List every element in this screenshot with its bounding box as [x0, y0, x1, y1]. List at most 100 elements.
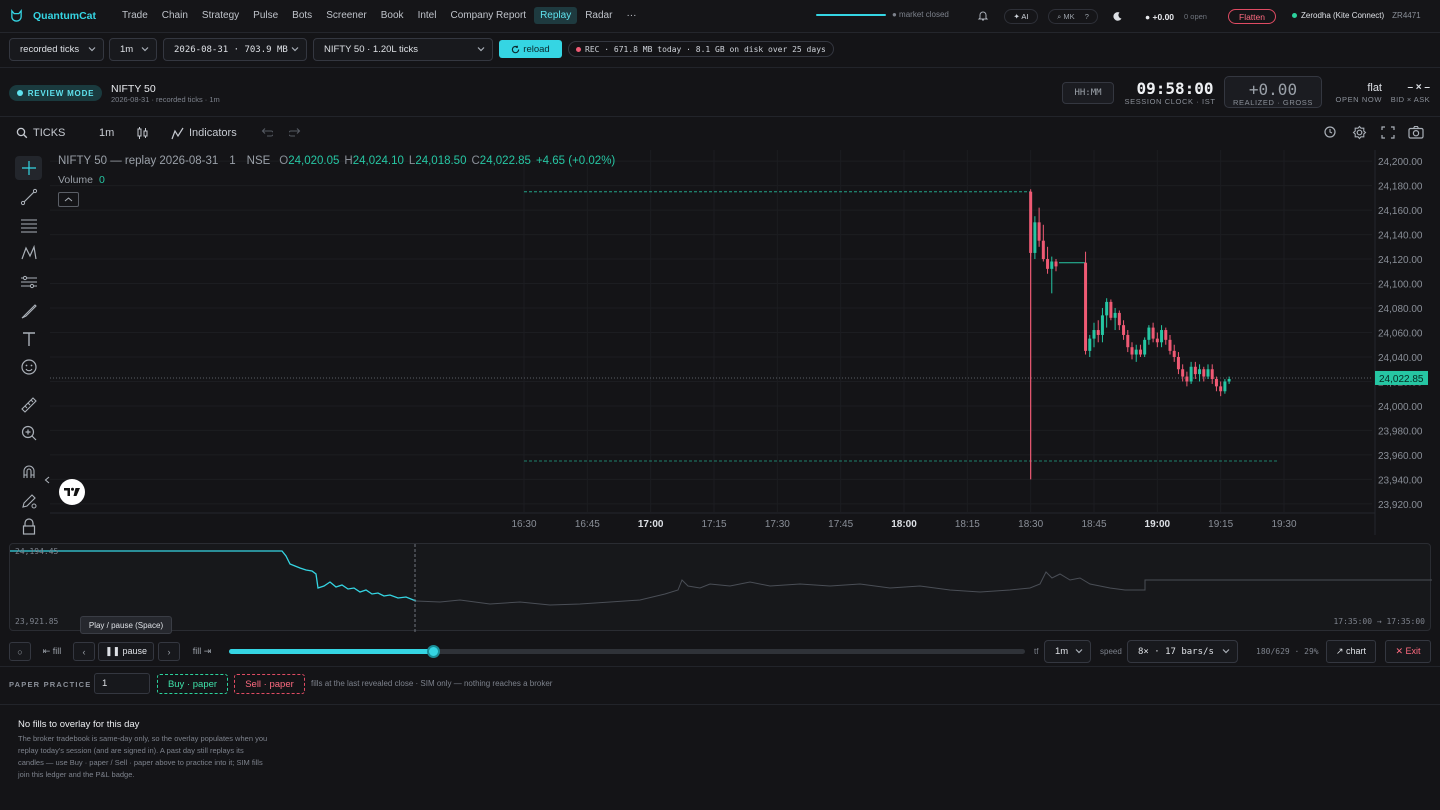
ai-label: ✦ AI: [1013, 12, 1029, 21]
fill-back-button[interactable]: ⇤ fill: [36, 642, 68, 661]
y-tick-label: 23,920.00: [1378, 500, 1423, 511]
market-status-text: ● market closed: [892, 10, 949, 19]
nav-chain[interactable]: Chain: [156, 7, 194, 24]
nav-trade[interactable]: Trade: [116, 7, 154, 24]
pencil-ruler-icon: [21, 494, 36, 509]
camera-icon[interactable]: [1408, 125, 1424, 139]
session-value: 2026-08-31 · 703.9 MB: [174, 44, 288, 55]
nav-replay[interactable]: Replay: [534, 7, 578, 24]
bell-icon[interactable]: [977, 10, 989, 22]
fullscreen-icon[interactable]: [1381, 126, 1395, 139]
session-clock: 09:58:00: [1136, 79, 1214, 98]
next-bar-button[interactable]: ›: [158, 642, 180, 661]
replay-scrubber[interactable]: [229, 645, 1025, 658]
flatten-button[interactable]: Flatten: [1228, 9, 1276, 24]
nav-screener[interactable]: Screener: [320, 7, 373, 24]
fill-forward-button[interactable]: fill ⇥: [186, 642, 218, 661]
candle-body: [1223, 381, 1227, 392]
projection-tool[interactable]: [15, 270, 42, 294]
volume-legend: Volume 0: [58, 174, 105, 186]
pnl-pill[interactable]: ● +0.00 0 open: [1134, 9, 1218, 24]
source-select[interactable]: recorded ticks: [9, 38, 104, 61]
ruler-tool[interactable]: [15, 393, 42, 417]
crosshair-tool[interactable]: [15, 156, 42, 180]
zoom-tool[interactable]: [15, 421, 42, 445]
price-chart[interactable]: 24,200.00 24,180.00 24,160.00 24,140.00 24,1…: [50, 150, 1440, 535]
tf-select[interactable]: 1m: [1044, 640, 1091, 663]
y-tick-label: 24,080.00: [1378, 304, 1423, 315]
navigator-sparkline[interactable]: [10, 544, 1432, 632]
tradingview-logo[interactable]: [59, 479, 85, 505]
symbol-value: NIFTY 50 · 1.20L ticks: [324, 44, 418, 55]
speed-select[interactable]: 8× · 17 bars/s: [1127, 640, 1238, 663]
nav-strategy[interactable]: Strategy: [196, 7, 245, 24]
pause-button[interactable]: ❚❚ pause: [98, 642, 154, 661]
lock-tool[interactable]: [15, 517, 42, 535]
text-tool[interactable]: [15, 327, 42, 351]
candle-body: [1151, 327, 1155, 339]
alert-clock-icon[interactable]: [1323, 125, 1337, 139]
indicators-button[interactable]: Indicators: [171, 125, 237, 141]
symbol-search-button[interactable]: TICKS: [16, 125, 65, 141]
candle-body: [1193, 366, 1197, 375]
candles-style-icon[interactable]: [136, 126, 149, 140]
magnet-tool[interactable]: [15, 460, 42, 484]
brand[interactable]: QuantumCat: [10, 9, 96, 22]
trend-line-tool[interactable]: [15, 185, 42, 209]
symbol-select[interactable]: NIFTY 50 · 1.20L ticks: [313, 38, 493, 61]
tf-label: tf: [1034, 647, 1039, 656]
buy-paper-button[interactable]: Buy · paper: [157, 674, 228, 694]
interval-select[interactable]: 1m: [109, 38, 157, 61]
y-tick-label: 24,060.00: [1378, 329, 1423, 340]
candle-body: [1100, 315, 1104, 335]
divider: [0, 116, 1440, 117]
paper-note: fills at the last revealed close · SIM o…: [311, 679, 553, 688]
chart-button[interactable]: ↗ chart: [1326, 640, 1376, 663]
nav-intel[interactable]: Intel: [412, 7, 443, 24]
reload-label: reload: [523, 43, 550, 55]
nav-bots[interactable]: Bots: [286, 7, 318, 24]
candle-body: [1168, 339, 1172, 351]
pattern-tool[interactable]: [15, 241, 42, 265]
undo-icon[interactable]: [261, 127, 273, 137]
nav-radar[interactable]: Radar: [579, 7, 618, 24]
loop-button[interactable]: ○: [9, 642, 31, 661]
time-jump-input[interactable]: HH:MM: [1062, 82, 1114, 104]
redo-icon[interactable]: [289, 127, 301, 137]
indicators-icon: [171, 127, 184, 139]
broker-status[interactable]: Zerodha (Kite Connect) ZR4471: [1292, 11, 1421, 20]
nav-more[interactable]: ···: [620, 7, 642, 24]
moon-icon[interactable]: [1112, 11, 1123, 22]
emoji-tool[interactable]: [15, 355, 42, 379]
divider: [0, 704, 1440, 705]
tf-value: 1m: [1055, 646, 1069, 657]
ai-button[interactable]: ✦ AI: [1004, 9, 1038, 24]
mk-search-pill[interactable]: ⌕ MK ?: [1048, 9, 1098, 24]
brand-name: QuantumCat: [33, 9, 96, 22]
candle-body: [1227, 379, 1231, 382]
chart-interval-button[interactable]: 1m: [99, 125, 114, 141]
legend-collapse-button[interactable]: [58, 192, 79, 207]
prev-bar-button[interactable]: ‹: [73, 642, 95, 661]
scrubber-handle[interactable]: [426, 645, 440, 658]
session-select[interactable]: 2026-08-31 · 703.9 MB: [163, 38, 307, 61]
reload-button[interactable]: reload: [499, 40, 562, 58]
fib-tool[interactable]: [15, 213, 42, 237]
exit-button[interactable]: ✕ Exit: [1385, 640, 1431, 663]
paper-qty-input[interactable]: 1: [94, 673, 150, 694]
draw-mode-tool[interactable]: [15, 489, 42, 513]
fills-title: No fills to overlay for this day: [18, 719, 140, 730]
nav-book[interactable]: Book: [375, 7, 410, 24]
timeline-navigator[interactable]: 24,194.45 23,921.85 17:35:00 → 17:35:00: [9, 543, 1432, 632]
bid-ask-label: BID × ASK: [1390, 95, 1430, 104]
cat-icon: [11, 9, 22, 22]
sell-paper-button[interactable]: Sell · paper: [234, 674, 305, 694]
top-nav: QuantumCat Trade Chain Strategy Pulse Bo…: [0, 0, 1440, 33]
brush-tool[interactable]: [15, 299, 42, 323]
speed-label: speed: [1100, 647, 1122, 656]
settings-gear-icon[interactable]: [1352, 125, 1367, 140]
nav-company-report[interactable]: Company Report: [444, 7, 532, 24]
nav-pulse[interactable]: Pulse: [247, 7, 284, 24]
nav-items: Trade Chain Strategy Pulse Bots Screener…: [116, 7, 642, 24]
crosshair-icon: [21, 161, 36, 175]
